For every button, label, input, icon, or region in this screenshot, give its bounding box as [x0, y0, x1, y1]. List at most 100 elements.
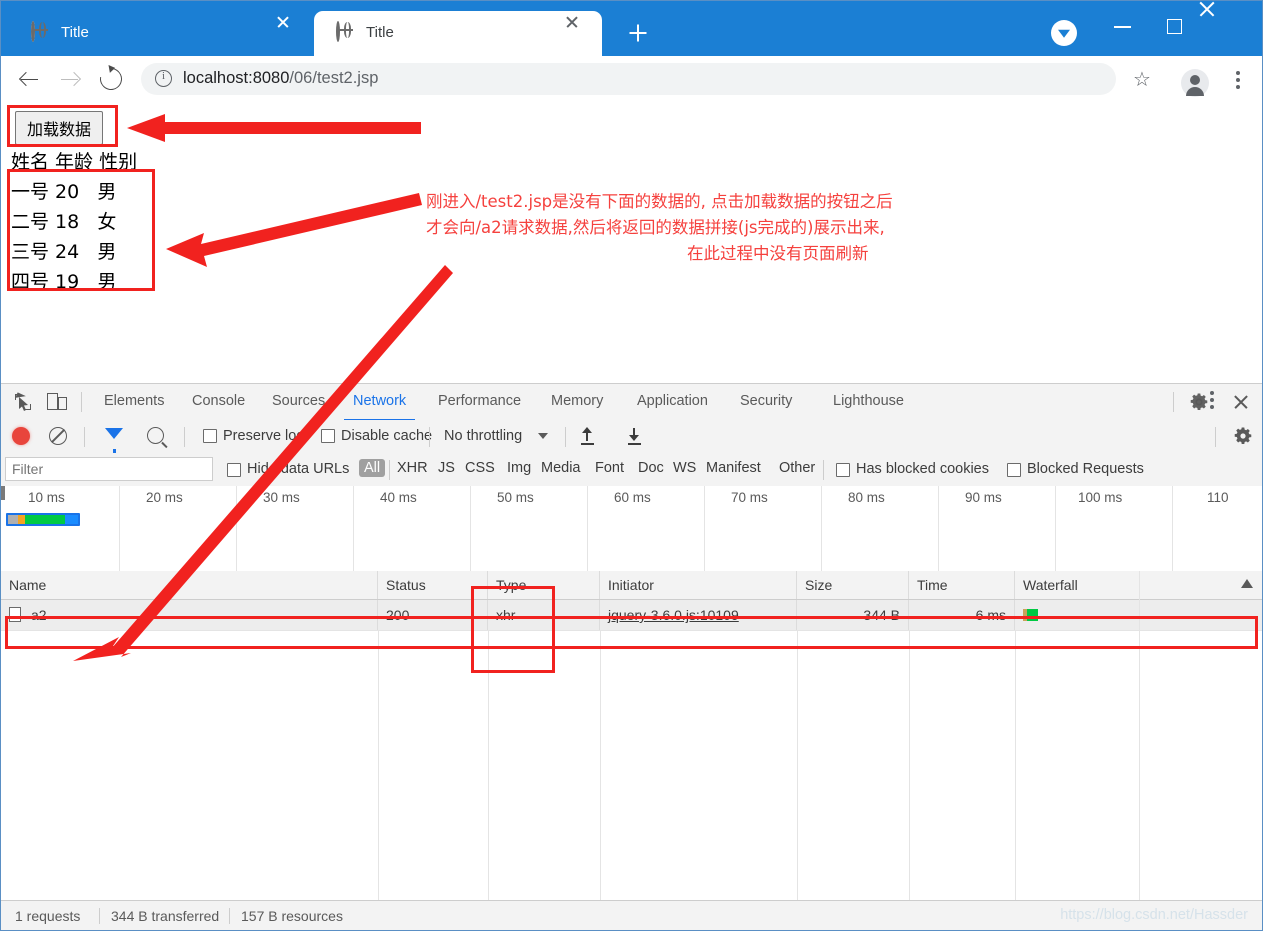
tab-close-icon[interactable]: [283, 22, 305, 44]
filter-type-ws[interactable]: WS: [673, 460, 696, 476]
column-header-initiator[interactable]: Initiator: [600, 571, 797, 599]
filter-type-img[interactable]: Img: [507, 460, 531, 476]
filter-type-manifest[interactable]: Manifest: [706, 460, 761, 476]
filter-type-media[interactable]: Media: [541, 460, 581, 476]
disable-cache-checkbox[interactable]: [321, 429, 335, 443]
tab-title: Title: [61, 24, 89, 41]
window-close-button[interactable]: [1207, 9, 1253, 43]
devtools-tab-performance[interactable]: Performance: [429, 384, 530, 419]
initiator-link[interactable]: jquery-3.6.0.js:10109: [608, 607, 739, 623]
page-viewport: 加载数据 姓名 年龄 性别 一号 20 男 二号 18 女 三号 24 男 四号…: [1, 101, 1262, 383]
load-data-button[interactable]: 加载数据: [15, 111, 104, 145]
filter-type-all[interactable]: All: [359, 459, 386, 477]
clear-button[interactable]: [49, 427, 67, 445]
back-arrow-icon[interactable]: [15, 64, 45, 94]
network-settings-gear-icon[interactable]: [1233, 426, 1253, 446]
network-overview-timeline[interactable]: 10 ms 20 ms 30 ms 40 ms 50 ms 60 ms 70 m…: [1, 486, 1262, 572]
hide-data-urls-checkbox[interactable]: [227, 463, 241, 477]
preserve-log-label[interactable]: Preserve log: [223, 428, 304, 444]
browser-tab-1[interactable]: Title: [9, 11, 314, 56]
column-header-name[interactable]: Name: [1, 571, 378, 599]
window-maximize-button[interactable]: [1153, 9, 1199, 43]
devtools-tab-application[interactable]: Application: [628, 384, 717, 419]
blocked-requests-checkbox[interactable]: [1007, 463, 1021, 477]
table-row: 三号 24 男: [11, 241, 117, 263]
preserve-log-checkbox[interactable]: [203, 429, 217, 443]
filter-type-xhr[interactable]: XHR: [397, 460, 428, 476]
browser-tab-2[interactable]: Title: [314, 11, 602, 56]
table-row: 一号 20 男: [11, 181, 117, 203]
reload-icon[interactable]: [95, 63, 127, 95]
cell-type: xhr: [488, 600, 600, 630]
address-bar-url: localhost:8080/06/test2.jsp: [183, 69, 379, 87]
devtools-tab-memory[interactable]: Memory: [542, 384, 612, 419]
profile-badge-icon[interactable]: [1051, 20, 1077, 46]
devtools-tab-console[interactable]: Console: [183, 384, 254, 419]
forward-arrow-icon[interactable]: [55, 64, 85, 94]
network-filter-bar: Hide data URLs All XHR JS CSS Img Media …: [1, 453, 1262, 487]
export-har-icon[interactable]: [625, 427, 643, 445]
window-minimize-button[interactable]: [1101, 9, 1147, 43]
devtools-kebab-menu-icon[interactable]: [1203, 390, 1221, 412]
filter-type-font[interactable]: Font: [595, 460, 624, 476]
globe-icon: [336, 21, 354, 42]
devtools-tab-elements[interactable]: Elements: [95, 384, 173, 419]
devtools-tab-network[interactable]: Network: [344, 384, 416, 421]
network-control-bar: Preserve log Disable cache No throttling: [1, 420, 1262, 455]
table-row[interactable]: a2 200 xhr jquery-3.6.0.js:10109 344 B 6…: [1, 600, 1262, 631]
overview-request-bar: [6, 513, 80, 526]
devtools-panel: Elements Console Sources Network Perform…: [1, 383, 1262, 930]
filter-input[interactable]: [5, 457, 213, 481]
devtools-tab-bar: Elements Console Sources Network Perform…: [1, 384, 1262, 421]
devtools-tab-security[interactable]: Security: [731, 384, 801, 419]
browser-toolbar: localhost:8080/06/test2.jsp ☆: [1, 56, 1262, 102]
annotation-line-3: 在此过程中没有页面刷新: [687, 244, 869, 263]
devtools-close-icon[interactable]: [1230, 391, 1252, 413]
device-toolbar-icon[interactable]: [46, 392, 68, 412]
cell-time: 6 ms: [909, 600, 1015, 630]
network-request-table: Name Status Type Initiator Size Time Wat…: [1, 571, 1262, 930]
column-header-type[interactable]: Type: [488, 571, 600, 599]
import-har-icon[interactable]: [578, 427, 596, 445]
address-bar[interactable]: localhost:8080/06/test2.jsp: [141, 63, 1116, 95]
filter-type-other[interactable]: Other: [779, 460, 815, 476]
hide-data-urls-label[interactable]: Hide data URLs: [247, 461, 349, 477]
overview-tick-label: 70 ms: [731, 490, 768, 505]
search-icon[interactable]: [147, 427, 164, 444]
disable-cache-label[interactable]: Disable cache: [341, 428, 432, 444]
cell-initiator[interactable]: jquery-3.6.0.js:10109: [600, 600, 797, 630]
column-header-size[interactable]: Size: [797, 571, 909, 599]
cell-status: 200: [378, 600, 488, 630]
filter-type-js[interactable]: JS: [438, 460, 455, 476]
kebab-menu-icon[interactable]: [1229, 70, 1247, 92]
new-tab-button[interactable]: [624, 19, 652, 47]
has-blocked-cookies-checkbox[interactable]: [836, 463, 850, 477]
status-transferred: 344 B transferred: [111, 908, 220, 924]
overview-tick-label: 110: [1207, 490, 1229, 505]
sort-ascending-icon[interactable]: [1241, 579, 1253, 588]
filter-funnel-icon[interactable]: [105, 428, 123, 455]
blocked-requests-label[interactable]: Blocked Requests: [1027, 461, 1144, 477]
profile-avatar-icon[interactable]: [1181, 69, 1209, 97]
tab-close-icon[interactable]: [572, 22, 594, 44]
column-header-status[interactable]: Status: [378, 571, 488, 599]
column-header-time[interactable]: Time: [909, 571, 1015, 599]
devtools-tab-sources[interactable]: Sources: [263, 384, 334, 419]
filter-type-css[interactable]: CSS: [465, 460, 495, 476]
devtools-tab-lighthouse[interactable]: Lighthouse: [824, 384, 913, 419]
overview-tick-label: 60 ms: [614, 490, 651, 505]
overview-tick-label: 40 ms: [380, 490, 417, 505]
annotation-line-1: 刚进入/test2.jsp是没有下面的数据的, 点击加载数据的按钮之后: [426, 192, 893, 211]
overview-tick-label: 30 ms: [263, 490, 300, 505]
inspect-cursor-icon[interactable]: [13, 392, 33, 412]
overview-tick-label: 10 ms: [28, 490, 65, 505]
filter-type-doc[interactable]: Doc: [638, 460, 664, 476]
throttling-select[interactable]: No throttling: [444, 428, 522, 444]
info-circle-icon[interactable]: [155, 70, 172, 87]
bookmark-star-icon[interactable]: ☆: [1133, 70, 1151, 90]
chevron-down-icon[interactable]: [538, 433, 548, 439]
globe-icon: [31, 21, 49, 42]
overview-tick-label: 20 ms: [146, 490, 183, 505]
record-button[interactable]: [12, 427, 30, 445]
has-blocked-cookies-label[interactable]: Has blocked cookies: [856, 461, 989, 477]
